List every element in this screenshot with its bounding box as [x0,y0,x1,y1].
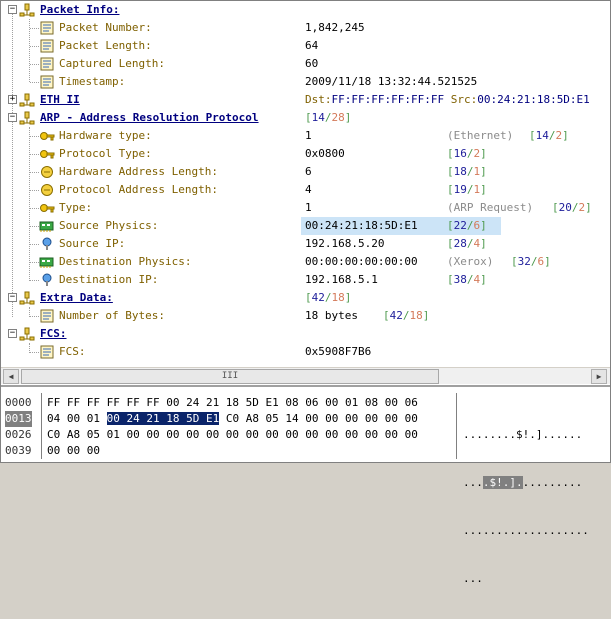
packet-tree: − Packet Info: Packet Number: 1,842,245 [1,1,610,367]
tree-row-number-of-bytes[interactable]: Number of Bytes: 18 bytes [42/18] [1,307,610,325]
network-card-icon [39,257,54,268]
hex-row[interactable]: 00 00 00 [47,443,418,459]
tree-node-eth[interactable]: + ETH II Dst:FF:FF:FF:FF:FF:FF Src:00:24… [1,91,610,109]
tree-row-protocol-address-length[interactable]: Protocol Address Length: 4 [19/1] [1,181,610,199]
tree-row-packet-length[interactable]: Packet Length: 64 [1,37,610,55]
key-icon [40,132,55,141]
byte-range: [42/18] [305,291,352,304]
hex-bytes[interactable]: FF FF FF FF FF FF 00 24 21 18 5D E1 08 0… [47,395,418,459]
tree-row-hardware-address-length[interactable]: Hardware Address Length: 6 [18/1] [1,163,610,181]
collapse-icon[interactable]: − [8,293,17,302]
scroll-thumb[interactable]: III [21,369,439,384]
tree-node-packet-info[interactable]: − Packet Info: [1,1,610,19]
arrow-left-icon: ◀ [8,372,14,381]
field-doc-icon [40,345,54,359]
hex-selection: 00 24 21 18 5D E1 [106,412,220,425]
coin-icon [41,166,53,178]
collapse-icon[interactable]: − [8,113,17,122]
tree-node-fcs[interactable]: − FCS: [1,325,610,343]
ip-marker-icon [42,273,52,286]
hex-dump-panel[interactable]: 0000 0013 0026 0039 FF FF FF FF FF FF 00… [1,385,610,585]
tree-row-destination-ip[interactable]: Destination IP: 192.168.5.1 [38/4] [1,271,610,289]
ip-marker-icon [42,237,52,250]
collapse-icon[interactable]: − [8,5,17,14]
tree-row-source-physics[interactable]: Source Physics: 00:24:21:18:5D:E1 [22/6] [1,217,610,235]
ascii-row[interactable]: ........$!.]...... [463,427,589,443]
section-title: Extra Data: [40,291,113,304]
hex-row[interactable]: FF FF FF FF FF FF 00 24 21 18 5D E1 08 0… [47,395,418,411]
section-title: ARP - Address Resolution Protocol [40,111,259,124]
section-title: ETH II [40,93,80,106]
tree-row-packet-number[interactable]: Packet Number: 1,842,245 [1,19,610,37]
scroll-left-button[interactable]: ◀ [3,369,19,384]
eth-summary: Dst:FF:FF:FF:FF:FF:FF Src:00:24:21:18:5D… [305,93,590,106]
tree-branch-icon [19,93,35,107]
tree-branch-icon [19,111,35,125]
expand-icon[interactable]: + [8,95,17,104]
hex-offsets: 0000 0013 0026 0039 [5,395,32,459]
offset: 0000 [5,396,32,409]
tree-row-hardware-type[interactable]: Hardware type: 1 (Ethernet) [14/2] [1,127,610,145]
tree-row-type[interactable]: Type: 1 (ARP Request) [20/2] [1,199,610,217]
scroll-right-button[interactable]: ▶ [591,369,607,384]
section-title: FCS: [40,327,67,340]
network-card-icon [39,221,54,232]
tree-row-captured-length[interactable]: Captured Length: 60 [1,55,610,73]
field-doc-icon [40,309,54,323]
offset: 0026 [5,428,32,441]
tree-branch-icon [19,327,35,341]
key-icon [40,204,55,213]
tree-row-destination-physics[interactable]: Destination Physics: 00:00:00:00:00:00 (… [1,253,610,271]
tree-node-arp[interactable]: − ARP - Address Resolution Protocol [14/… [1,109,610,127]
collapse-icon[interactable]: − [8,329,17,338]
arrow-right-icon: ▶ [596,372,602,381]
packet-viewer: − Packet Info: Packet Number: 1,842,245 [0,0,611,585]
coin-icon [41,184,53,196]
hex-row[interactable]: 04 00 01 00 24 21 18 5D E1 C0 A8 05 14 0… [47,411,418,427]
hex-row[interactable]: C0 A8 05 01 00 00 00 00 00 00 00 00 00 0… [47,427,418,443]
offset-selected: 0013 [5,411,32,427]
ascii-row[interactable]: ... [463,571,589,587]
offset: 0039 [5,444,32,457]
tree-branch-icon [19,3,35,17]
tree-row-timestamp[interactable]: Timestamp: 2009/11/18 13:32:44.521525 [1,73,610,91]
tree-row-protocol-type[interactable]: Protocol Type: 0x0800 [16/2] [1,145,610,163]
byte-range: [14/28] [305,111,352,124]
tree-branch-icon [19,291,35,305]
field-doc-icon [40,75,54,89]
field-doc-icon [40,21,54,35]
horizontal-scrollbar[interactable]: ◀ III ▶ [1,367,610,384]
key-icon [40,150,55,159]
section-title: Packet Info: [40,3,120,16]
tree-node-extra-data[interactable]: − Extra Data: [42/18] [1,289,610,307]
ascii-row[interactable]: ................... [463,523,589,539]
ascii-selection: .$!.]. [482,476,523,489]
grip-icon: III [221,371,239,381]
tree-row-fcs[interactable]: FCS: 0x5908F7B6 [1,343,610,361]
field-doc-icon [40,57,54,71]
ascii-row[interactable]: ....$!.].......... [463,475,589,491]
ascii-view[interactable]: ........$!.]...... ....$!.].......... ..… [463,395,589,619]
field-doc-icon [40,39,54,53]
tree-row-source-ip[interactable]: Source IP: 192.168.5.20 [28/4] [1,235,610,253]
